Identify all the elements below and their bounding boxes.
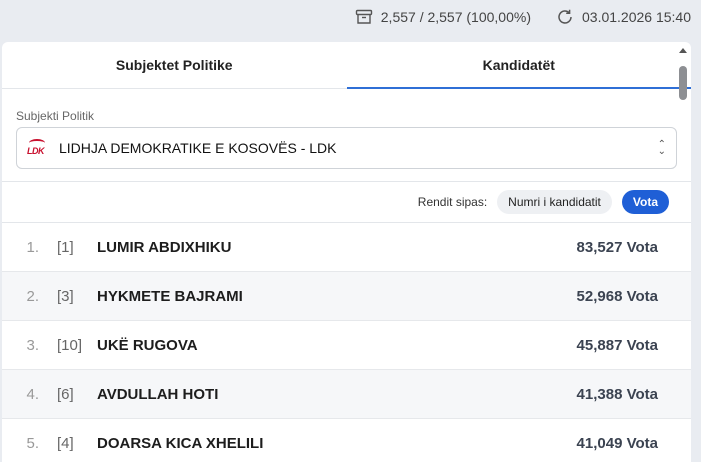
last-updated-text: 03.01.2026 15:40 xyxy=(582,9,691,25)
candidate-name: AVDULLAH HOTI xyxy=(97,385,219,403)
candidate-number: [3] xyxy=(57,287,74,305)
count-status: 2,557 / 2,557 (100,00%) xyxy=(355,9,531,25)
counted-stations-text: 2,557 / 2,557 (100,00%) xyxy=(380,9,531,25)
candidate-number: [1] xyxy=(57,238,74,256)
candidate-row[interactable]: 4. [6] AVDULLAH HOTI 41,388 Vota xyxy=(2,370,691,419)
sort-bar: Rendit sipas: Numri i kandidatit Vota xyxy=(2,181,691,223)
candidate-votes: 45,887 Vota xyxy=(576,336,658,354)
sort-by-number-button[interactable]: Numri i kandidatit xyxy=(497,190,612,214)
party-select[interactable]: LDK LIDHJA DEMOKRATIKE E KOSOVËS - LDK ⌃… xyxy=(16,127,677,169)
sort-by-votes-button[interactable]: Vota xyxy=(621,190,669,214)
candidate-name: DOARSA KICA XHELILI xyxy=(97,434,264,452)
tab-label: Kandidatët xyxy=(482,57,555,73)
candidate-row[interactable]: 5. [4] DOARSA KICA XHELILI 41,049 Vota xyxy=(2,419,691,462)
chevron-up-down-icon: ⌃ ⌄ xyxy=(657,139,666,157)
vertical-scrollbar[interactable] xyxy=(677,48,689,462)
candidate-name: LUMIR ABDIXHIKU xyxy=(97,238,232,256)
sort-label: Rendit sipas: xyxy=(417,195,488,209)
candidate-rank: 2. xyxy=(26,287,39,305)
tab-candidates[interactable]: Kandidatët xyxy=(346,42,692,89)
candidate-rank: 4. xyxy=(26,385,39,403)
candidate-list: 1. [1] LUMIR ABDIXHIKU 83,527 Vota 2. [3… xyxy=(2,223,691,462)
candidate-votes: 41,388 Vota xyxy=(576,385,658,403)
tab-bar: Subjektet Politike Kandidatët xyxy=(2,42,691,89)
archive-box-icon xyxy=(355,9,381,25)
scrollbar-thumb[interactable] xyxy=(679,66,687,100)
candidate-votes: 41,049 Vota xyxy=(576,434,658,452)
tab-label: Subjektet Politike xyxy=(115,57,233,73)
candidate-row[interactable]: 3. [10] UKË RUGOVA 45,887 Vota xyxy=(2,321,691,370)
party-select-value: LIDHJA DEMOKRATIKE E KOSOVËS - LDK xyxy=(59,140,337,156)
candidate-votes: 83,527 Vota xyxy=(576,238,658,256)
ldk-logo: LDK xyxy=(27,138,53,158)
update-status: 03.01.2026 15:40 xyxy=(556,8,691,26)
candidate-number: [10] xyxy=(57,336,83,354)
refresh-icon[interactable] xyxy=(556,8,582,26)
candidate-name: HYKMETE BAJRAMI xyxy=(97,287,243,305)
results-panel: Subjektet Politike Kandidatët Subjekti P… xyxy=(2,42,691,462)
party-select-group: Subjekti Politik LDK LIDHJA DEMOKRATIKE … xyxy=(2,89,691,169)
scroll-up-arrow-icon[interactable] xyxy=(679,48,687,53)
candidate-number: [6] xyxy=(57,385,74,403)
candidate-rank: 1. xyxy=(26,238,39,256)
ldk-logo-text: LDK xyxy=(27,146,45,156)
candidate-row[interactable]: 2. [3] HYKMETE BAJRAMI 52,968 Vota xyxy=(2,272,691,321)
candidate-votes: 52,968 Vota xyxy=(576,287,658,305)
candidate-rank: 3. xyxy=(26,336,39,354)
candidate-rank: 5. xyxy=(26,434,39,452)
party-select-label: Subjekti Politik xyxy=(16,109,95,123)
candidate-number: [4] xyxy=(57,434,74,452)
candidate-row[interactable]: 1. [1] LUMIR ABDIXHIKU 83,527 Vota xyxy=(2,223,691,272)
candidate-name: UKË RUGOVA xyxy=(97,336,198,354)
status-bar: 2,557 / 2,557 (100,00%) 03.01.2026 15:40 xyxy=(0,0,701,34)
tab-political-subjects[interactable]: Subjektet Politike xyxy=(2,42,347,88)
